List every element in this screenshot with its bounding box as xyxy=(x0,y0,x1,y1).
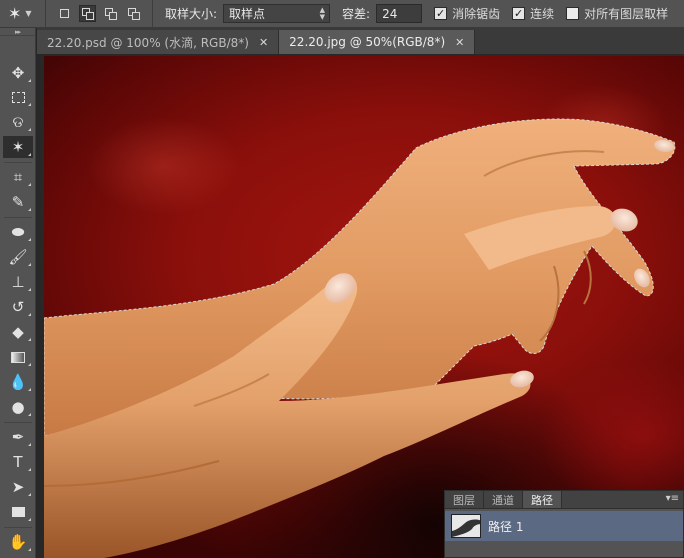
sample-size-select[interactable]: 取样点 ▲ ▼ xyxy=(223,4,331,23)
close-icon[interactable]: ✕ xyxy=(455,36,464,49)
tolerance-label: 容差: xyxy=(342,7,371,21)
path-thumbnail xyxy=(451,514,481,538)
path-selection-icon[interactable]: ➤ xyxy=(3,476,33,498)
gradient-icon[interactable] xyxy=(3,346,33,368)
anti-alias-label: 消除锯齿 xyxy=(452,7,501,21)
eraser-icon[interactable]: ◆ xyxy=(3,321,33,343)
tab-layers[interactable]: 图层 xyxy=(445,491,484,508)
crop-icon[interactable]: ⌗ xyxy=(3,166,33,188)
eyedropper-icon[interactable]: ✎ xyxy=(3,191,33,213)
tab-22-20-jpg[interactable]: 22.20.jpg @ 50%(RGB/8*) ✕ xyxy=(279,30,476,54)
tab-22-20-psd[interactable]: 22.20.psd @ 100% (水滴, RGB/8*) ✕ xyxy=(37,30,280,54)
dodge-icon[interactable]: ● xyxy=(3,396,33,418)
checkmark-icon: ✓ xyxy=(434,7,448,20)
document-tabs: 22.20.psd @ 100% (水滴, RGB/8*) ✕ 22.20.jp… xyxy=(37,28,684,54)
tool-preset-picker[interactable]: ✶ ▼ xyxy=(0,0,46,28)
type-icon[interactable]: T xyxy=(3,451,33,473)
anti-alias-checkbox[interactable]: ✓ 消除锯齿 xyxy=(434,5,500,22)
pen-icon[interactable]: ✒ xyxy=(3,426,33,448)
magic-wand-icon[interactable]: ✶ xyxy=(3,136,33,158)
rectangle-icon[interactable] xyxy=(3,501,33,523)
tolerance-input[interactable]: 24 xyxy=(376,4,423,23)
subtract-from-selection-button[interactable] xyxy=(102,5,119,22)
blur-icon[interactable]: 💧 xyxy=(3,371,33,393)
updown-arrows-icon: ▲ ▼ xyxy=(319,5,326,21)
lasso-icon[interactable]: ଡ xyxy=(3,111,33,133)
document-canvas[interactable] xyxy=(44,56,684,558)
checkmark-icon: ✓ xyxy=(512,7,526,20)
contiguous-label: 连续 xyxy=(530,7,555,21)
panel-tabs: 图层 通道 路径 ▾≡ xyxy=(445,491,683,509)
add-to-selection-button[interactable] xyxy=(79,5,96,22)
history-brush-icon[interactable]: ↺ xyxy=(3,296,33,318)
contiguous-checkbox[interactable]: ✓ 连续 xyxy=(512,5,554,22)
healing-brush-icon[interactable]: ⬬ xyxy=(3,221,33,243)
hand-icon[interactable]: ✋ xyxy=(3,531,33,553)
options-bar: ✶ ▼ 取样大小: 取样点 ▲ ▼ 容差: 24 ✓ 消除锯齿 ✓ 连续 对所有图… xyxy=(0,0,684,28)
chevron-down-icon: ▼ xyxy=(25,9,32,18)
sample-all-layers-label: 对所有图层取样 xyxy=(584,7,669,21)
new-selection-button[interactable] xyxy=(56,5,73,22)
sample-size-value: 取样点 xyxy=(229,7,266,21)
toolbox: ▸▸ ✥ ଡ ✶ ⌗ ✎ ⬬ 🖌 ⊥ ↺ ◆ 💧 ● ✒ T ➤ ✋ xyxy=(0,28,36,558)
marquee-icon[interactable] xyxy=(3,86,33,108)
canvas-image xyxy=(44,118,676,558)
toolbox-grip[interactable]: ▸▸ xyxy=(0,28,35,36)
tab-label: 22.20.jpg @ 50%(RGB/8*) xyxy=(289,35,446,49)
sample-all-layers-checkbox[interactable]: 对所有图层取样 xyxy=(566,5,668,22)
path-item[interactable]: 路径 1 xyxy=(445,511,683,541)
tab-label: 22.20.psd @ 100% (水滴, RGB/8*) xyxy=(47,35,249,50)
sample-size-label: 取样大小: xyxy=(165,7,218,21)
tab-channels[interactable]: 通道 xyxy=(484,491,523,508)
paths-panel: 图层 通道 路径 ▾≡ 路径 1 xyxy=(444,490,684,558)
move-icon[interactable]: ✥ xyxy=(3,62,33,84)
clone-stamp-icon[interactable]: ⊥ xyxy=(3,271,33,293)
panel-menu-icon[interactable]: ▾≡ xyxy=(666,493,679,504)
empty-checkbox-icon xyxy=(566,7,580,20)
upper-hand xyxy=(44,118,676,437)
brush-icon[interactable]: 🖌 xyxy=(3,246,33,268)
intersect-selection-button[interactable] xyxy=(125,5,142,22)
close-icon[interactable]: ✕ xyxy=(259,36,268,49)
magic-wand-icon: ✶ xyxy=(8,4,22,23)
selection-mode-group xyxy=(46,0,153,28)
path-name: 路径 1 xyxy=(488,519,524,534)
tab-paths[interactable]: 路径 xyxy=(523,491,562,508)
